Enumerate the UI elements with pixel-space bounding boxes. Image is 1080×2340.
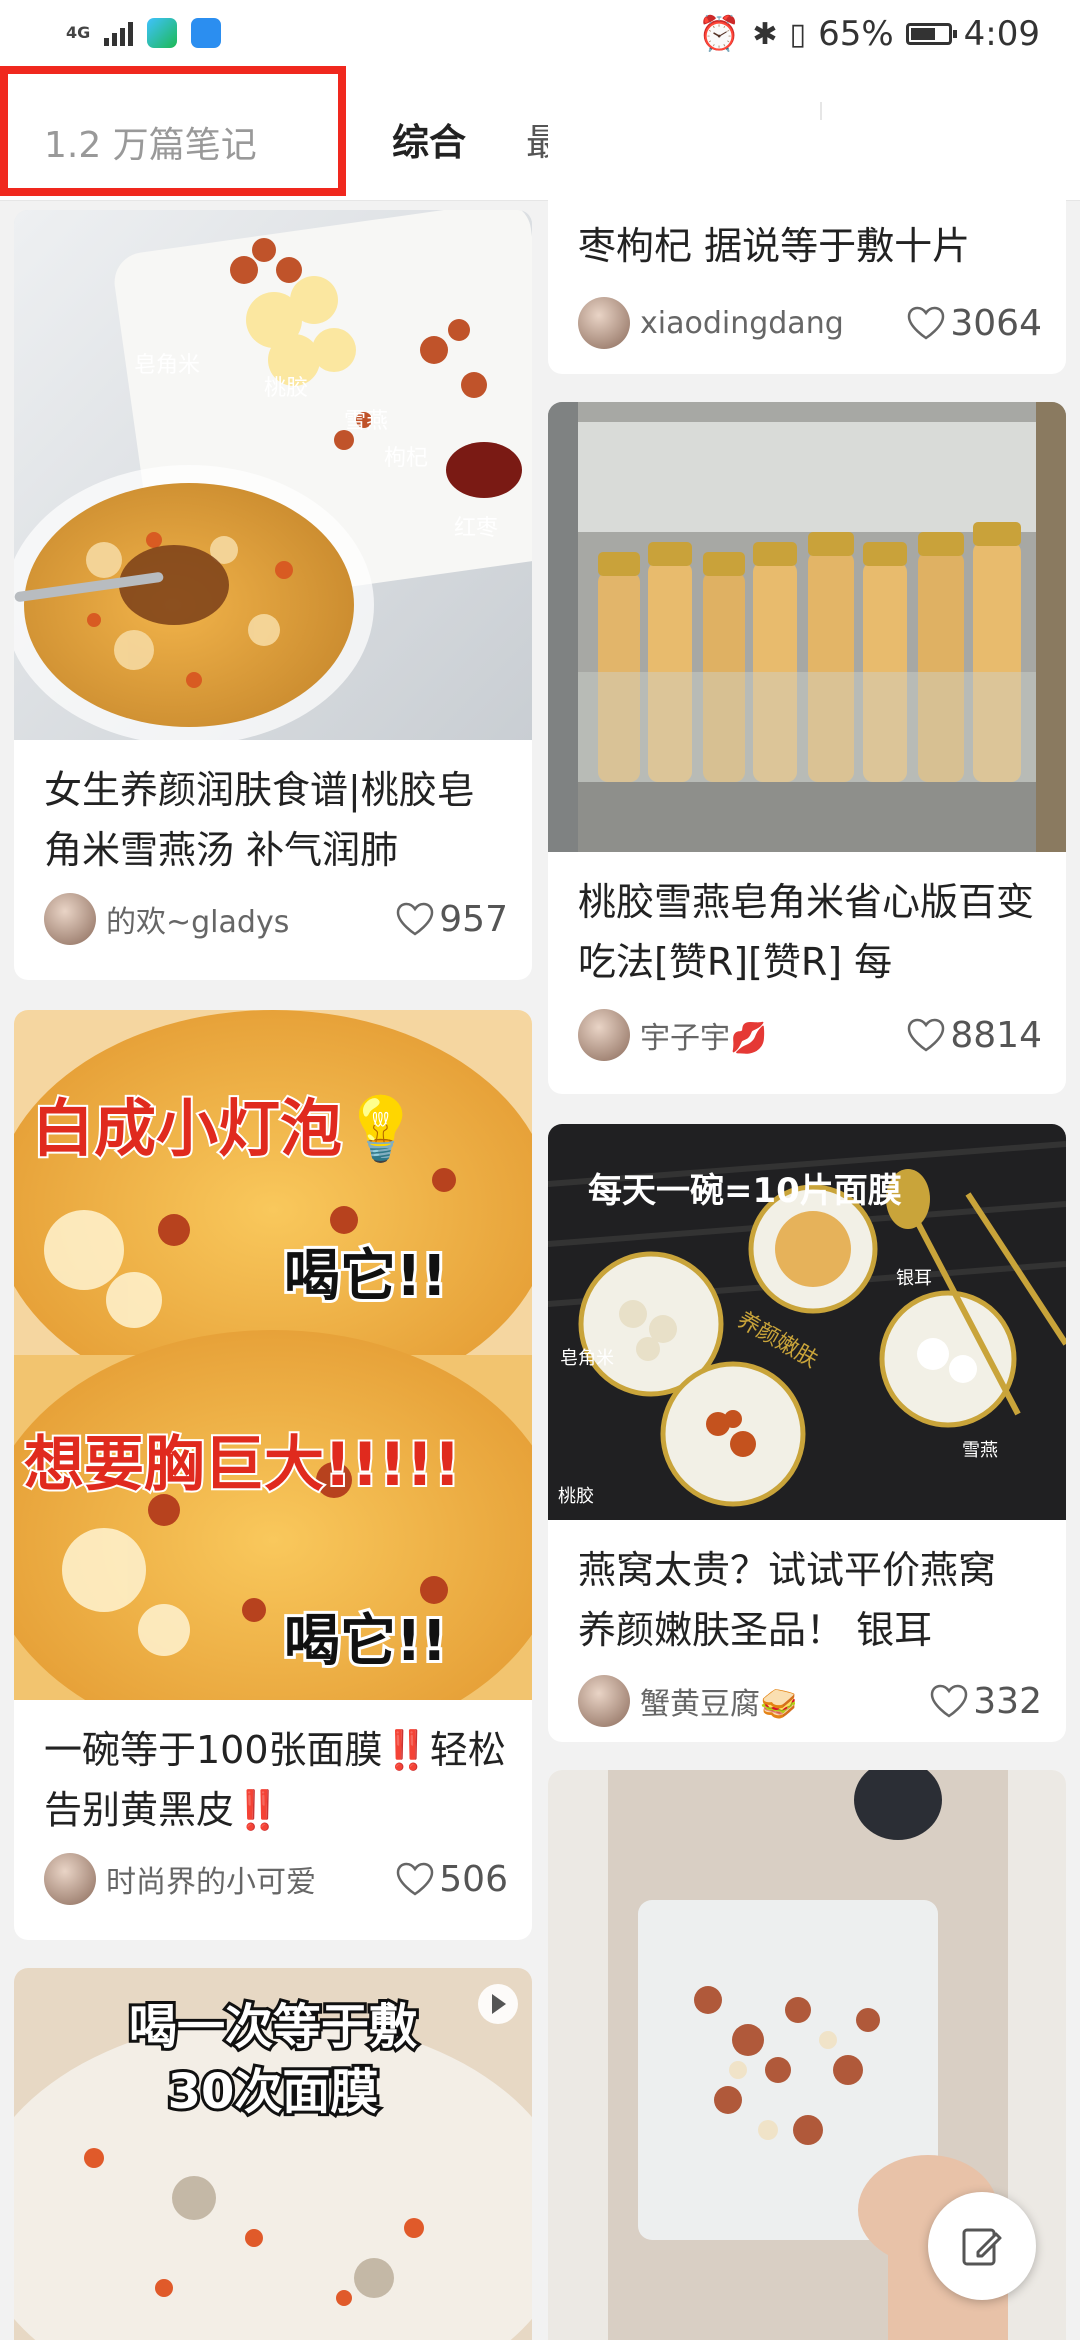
note-title: 燕窝太贵？试试平价燕窝 养颜嫩肤圣品！ 银耳 — [578, 1548, 997, 1652]
clock: 4:09 — [963, 14, 1040, 54]
svg-text:喝一次等于敷: 喝一次等于敷 — [129, 1999, 417, 2055]
avatar[interactable] — [578, 297, 630, 349]
note-meta: 蟹黄豆腐🥪 332 — [578, 1674, 1042, 1728]
svg-text:桃胶: 桃胶 — [558, 1486, 594, 1507]
battery-icon — [905, 23, 957, 45]
svg-text:皂角米: 皂角米 — [560, 1348, 614, 1369]
gallery-app-icon — [191, 18, 222, 48]
svg-text:每天一碗=10片面膜: 每天一碗=10片面膜 — [588, 1171, 902, 1211]
note-card[interactable]: 每天一碗=10片面膜 银耳 皂角米 雪燕 桃胶 养颜嫩肤 燕窝太贵？试试平价燕窝… — [548, 1124, 1066, 1742]
note-title: 一碗等于100张面膜‼️轻松告别黄黑皮‼️ — [44, 1728, 506, 1832]
svg-text:喝它!!: 喝它!! — [284, 1609, 447, 1674]
svg-text:想要胸巨大!!!!!: 想要胸巨大!!!!! — [24, 1430, 461, 1500]
img-label: 皂角米 — [134, 353, 200, 378]
svg-text:桃胶: 桃胶 — [264, 376, 308, 401]
like-count: 957 — [439, 898, 508, 940]
edit-icon — [962, 2228, 1002, 2266]
vibrate-icon: ▯ — [789, 16, 807, 52]
note-card[interactable]: 喝一次等于敷 30次面膜 — [14, 1968, 532, 2340]
note-meta: xiaodingdang 3064 — [578, 296, 1042, 350]
svg-text:雪燕: 雪燕 — [962, 1440, 998, 1461]
avatar[interactable] — [578, 1675, 630, 1727]
svg-text:30次面膜: 30次面膜 — [168, 2064, 379, 2120]
like-button[interactable]: 957 — [395, 899, 508, 940]
note-cover-image: 皂角米 桃胶 雪燕 枸杞 红枣 — [14, 210, 532, 740]
heart-icon — [908, 306, 945, 340]
status-right: ⏰ ✱ ▯ 65% 4:09 — [698, 14, 1040, 54]
battery-percent: 65% — [818, 14, 894, 54]
note-cover-image: 每天一碗=10片面膜 银耳 皂角米 雪燕 桃胶 养颜嫩肤 — [548, 1124, 1066, 1520]
video-app-icon — [147, 18, 178, 48]
status-bar: 4G ⏰ ✱ ▯ 65% 4:09 — [0, 0, 1080, 76]
note-title-line: 枣枸杞 据说等于敷十片 — [578, 224, 971, 268]
note-title: 枣枸杞 据说等于敷十片 — [578, 120, 1042, 276]
svg-text:喝它!!: 喝它!! — [284, 1244, 447, 1309]
note-cover-image: 喝一次等于敷 30次面膜 — [14, 1968, 532, 2340]
tab-comprehensive[interactable]: 综合 — [392, 112, 466, 166]
note-card[interactable]: 白成小灯泡💡 喝它!! 想要胸巨大!!!!! 喝它!! 一碗等于100张面膜‼️… — [14, 1010, 532, 1940]
note-title: 桃胶雪燕皂角米省心版百变吃法[赞R][赞R] 每 — [578, 880, 1035, 984]
author-name[interactable]: 蟹黄豆腐🥪 — [640, 1679, 797, 1723]
bluetooth-icon: ✱ — [752, 16, 778, 52]
like-button[interactable]: 3064 — [906, 303, 1042, 344]
svg-text:枸杞: 枸杞 — [384, 446, 428, 471]
note-title: 女生养颜润肤食谱|桃胶皂角米雪燕汤 补气润肺 — [44, 768, 475, 872]
svg-text:雪燕: 雪燕 — [344, 409, 388, 434]
like-count: 3064 — [950, 302, 1042, 344]
author-name[interactable]: xiaodingdang — [640, 306, 844, 341]
alarm-icon: ⏰ — [698, 14, 741, 54]
avatar[interactable] — [44, 893, 96, 945]
like-button[interactable]: 332 — [929, 1681, 1042, 1722]
note-meta: 的欢~gladys 957 — [44, 892, 508, 946]
network-indicator: 4G — [66, 23, 91, 42]
author-name[interactable]: 时尚界的小可爱 — [106, 1857, 316, 1901]
heart-icon — [908, 1018, 945, 1052]
like-button[interactable]: 506 — [395, 1859, 508, 1900]
note-meta: 宇子宇💋 8814 — [578, 1008, 1042, 1062]
note-cover-image — [548, 402, 1066, 852]
like-count: 8814 — [950, 1014, 1042, 1056]
compose-button[interactable] — [928, 2192, 1036, 2300]
heart-icon — [397, 902, 434, 936]
like-count: 506 — [439, 1858, 508, 1900]
note-card[interactable]: 皂角米 桃胶 雪燕 枸杞 红枣 女生养颜润肤食谱|桃胶皂角米雪燕汤 补气润肺 的… — [14, 210, 532, 980]
signal-icon — [104, 20, 134, 46]
author-name[interactable]: 的欢~gladys — [106, 897, 289, 941]
svg-text:红枣: 红枣 — [454, 516, 498, 541]
heart-icon — [397, 1862, 434, 1896]
status-left: 4G — [66, 18, 222, 48]
svg-text:银耳: 银耳 — [896, 1268, 932, 1289]
like-button[interactable]: 8814 — [906, 1015, 1042, 1056]
heart-icon — [931, 1684, 968, 1718]
note-cover-image: 白成小灯泡💡 喝它!! 想要胸巨大!!!!! 喝它!! — [14, 1010, 532, 1700]
note-meta: 时尚界的小可爱 506 — [44, 1852, 508, 1906]
note-card[interactable]: 枣枸杞 据说等于敷十片 xiaodingdang 3064 — [548, 120, 1066, 374]
note-card[interactable]: 桃胶雪燕皂角米省心版百变吃法[赞R][赞R] 每 宇子宇💋 8814 — [548, 402, 1066, 1094]
like-count: 332 — [973, 1680, 1042, 1722]
avatar[interactable] — [44, 1853, 96, 1905]
note-count: 1.2 万篇笔记 — [44, 125, 257, 166]
author-name[interactable]: 宇子宇💋 — [640, 1013, 767, 1057]
svg-text:白成小灯泡💡: 白成小灯泡💡 — [32, 1092, 419, 1165]
avatar[interactable] — [578, 1009, 630, 1061]
